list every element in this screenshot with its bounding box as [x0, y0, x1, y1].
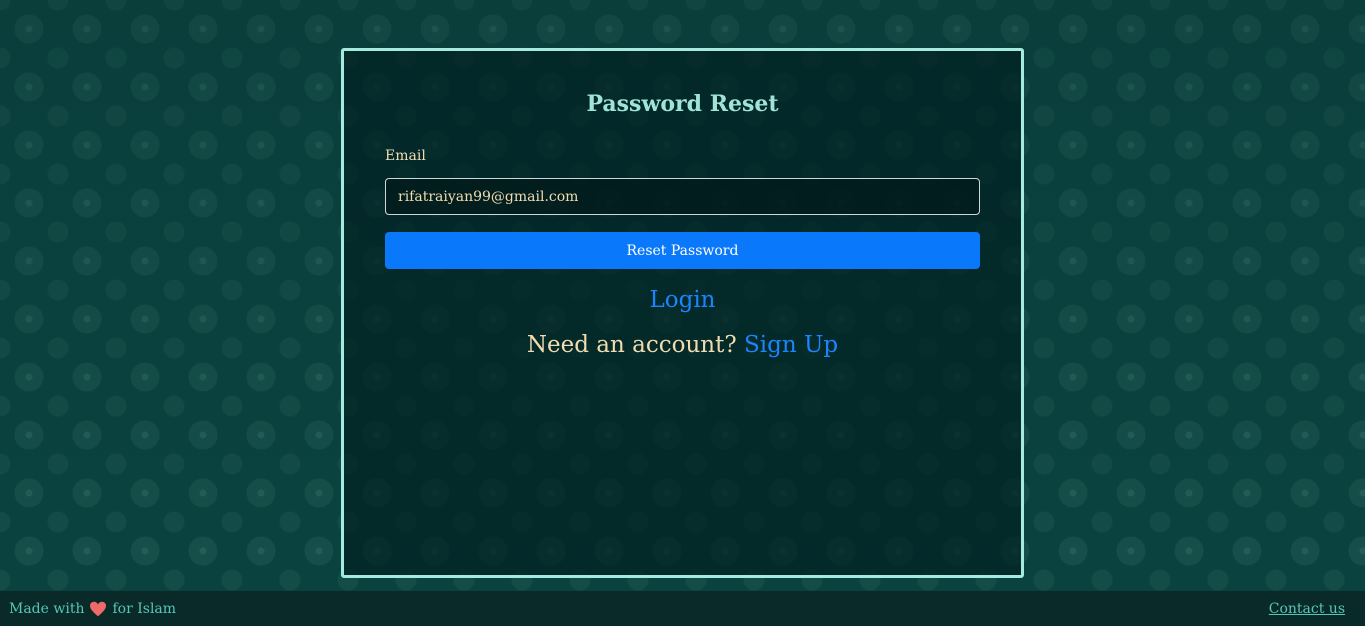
login-link-container: Login [344, 287, 1021, 313]
footer-credit: Made with for Islam [9, 601, 176, 617]
email-label: Email [385, 148, 426, 164]
need-account-text: Need an account? [526, 332, 737, 358]
signup-prompt: Need an account? Sign Up [344, 332, 1021, 358]
heart-icon [89, 601, 107, 617]
email-field[interactable] [385, 178, 980, 215]
for-islam-text: for Islam [112, 601, 177, 617]
made-with-text: Made with [9, 601, 85, 617]
password-reset-card: Password Reset Email Reset Password Logi… [341, 48, 1024, 578]
page-title: Password Reset [586, 91, 779, 117]
footer: Made with for Islam Contact us [0, 591, 1365, 626]
login-link[interactable]: Login [649, 287, 715, 313]
sign-up-link[interactable]: Sign Up [744, 332, 838, 358]
reset-password-button[interactable]: Reset Password [385, 232, 980, 269]
contact-us-link[interactable]: Contact us [1269, 601, 1345, 617]
